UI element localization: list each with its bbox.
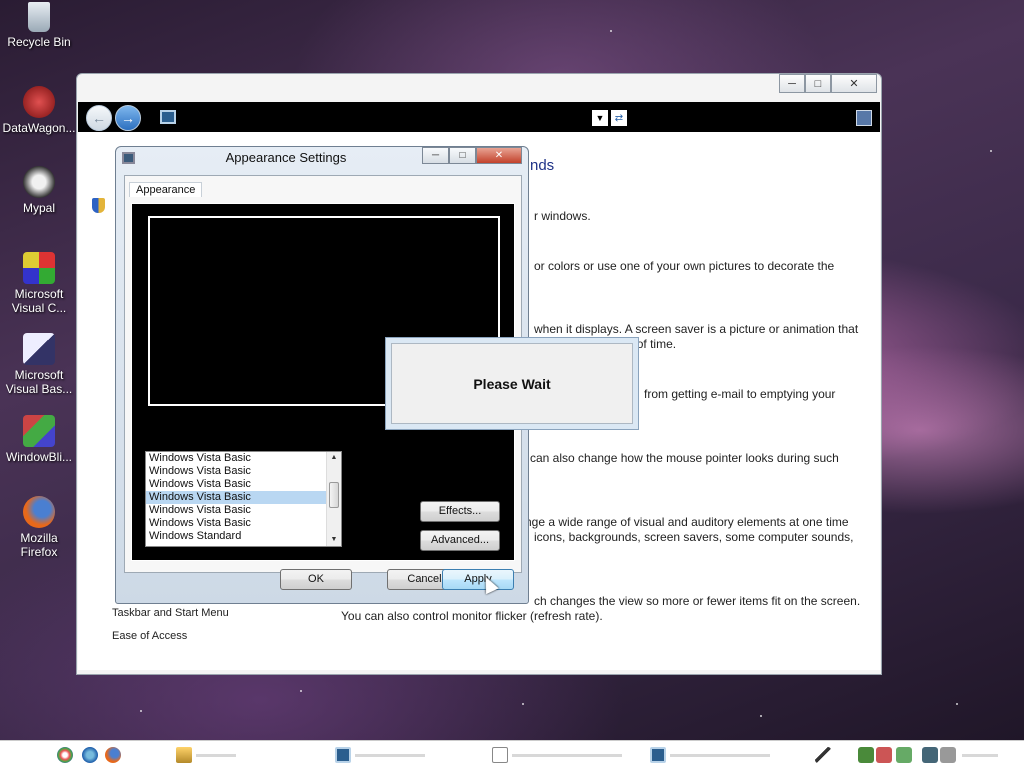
desktop-icon-recycle-bin[interactable]: Recycle Bin (1, 2, 77, 49)
star (956, 703, 958, 705)
close-button[interactable]: ✕ (831, 74, 877, 93)
list-item[interactable]: Windows Vista Basic (146, 517, 326, 530)
description-text: ch changes the view so more or fewer ite… (534, 594, 861, 608)
desktop-icon-firefox[interactable]: Mozilla Firefox (1, 496, 77, 559)
list-item[interactable]: Windows Vista Basic (146, 504, 326, 517)
description-text: nge a wide range of visual and auditory … (525, 515, 849, 529)
list-scrollbar[interactable]: ▲ ▼ (326, 452, 341, 546)
desktop-icon-visual-c[interactable]: Microsoft Visual C... (1, 252, 77, 315)
pen-icon[interactable] (815, 747, 831, 763)
monitor-icon (335, 747, 351, 763)
description-text: when it displays. A screen saver is a pi… (534, 322, 859, 336)
star (522, 703, 524, 705)
display-icon[interactable] (922, 747, 938, 763)
start-orb-icon[interactable] (57, 747, 73, 763)
description-text: can also change how the mouse pointer lo… (530, 451, 839, 465)
security-icon[interactable] (876, 747, 892, 763)
minimize-button[interactable]: ─ (422, 147, 449, 164)
effects-button[interactable]: Effects... (420, 501, 500, 522)
desktop-icon-label: Microsoft Visual Bas... (5, 368, 73, 396)
navigation-bar: ← → ▼ ⇄ (78, 102, 880, 132)
control-panel-titlebar: ─ □ ✕ (77, 74, 881, 102)
dialog-caption-buttons: ─ □ ✕ (422, 147, 522, 164)
desktop-icon-label: DataWagon... (2, 121, 76, 135)
list-item[interactable]: Windows Vista Basic (146, 478, 326, 491)
monitor-icon (650, 747, 666, 763)
desktop-icon-label: Microsoft Visual C... (11, 287, 67, 315)
color-scheme-list[interactable]: Windows Vista Basic Windows Vista Basic … (145, 451, 342, 547)
window-icon (492, 747, 508, 763)
minimize-button[interactable]: ─ (779, 74, 805, 93)
dialog-title: Appearance Settings (225, 150, 347, 165)
network-icon[interactable] (858, 747, 874, 763)
recycle-bin-icon (28, 2, 50, 32)
sidebar-link-ease-of-access[interactable]: Ease of Access (112, 630, 187, 642)
desktop-icon-label: Mypal (22, 201, 55, 215)
description-text: You can also control monitor flicker (re… (341, 609, 603, 623)
list-item[interactable]: Windows Standard (146, 530, 326, 543)
taskbar-button[interactable] (492, 747, 622, 763)
firefox-icon (23, 496, 55, 528)
taskbar-button[interactable] (650, 747, 770, 763)
close-button[interactable]: ✕ (476, 147, 522, 164)
chevron-down-icon[interactable]: ▼ (592, 110, 608, 126)
monitor-icon (160, 110, 176, 124)
caption-buttons: ─ □ ✕ (779, 74, 877, 93)
forward-arrow-icon: → (121, 110, 135, 126)
visual-c-icon (23, 252, 55, 284)
volume-icon[interactable] (940, 747, 956, 763)
section-heading: nds (530, 157, 555, 174)
apply-button[interactable]: Apply (442, 569, 514, 590)
list-item-selected[interactable]: Windows Vista Basic (146, 491, 326, 504)
advanced-button[interactable]: Advanced... (420, 530, 500, 551)
please-wait-body: Please Wait (391, 343, 633, 424)
desktop-icon-visual-basic[interactable]: Microsoft Visual Bas... (1, 333, 77, 396)
internet-explorer-icon[interactable] (82, 747, 98, 763)
star (990, 150, 992, 152)
clock[interactable] (962, 754, 998, 757)
scrollbar-thumb[interactable] (329, 482, 339, 508)
star (610, 30, 612, 32)
firefox-icon[interactable] (105, 747, 121, 763)
maximize-button[interactable]: □ (805, 74, 831, 93)
desktop-icon-label: Mozilla Firefox (20, 531, 58, 559)
star (300, 690, 302, 692)
folder-icon (176, 747, 192, 763)
maximize-button[interactable]: □ (449, 147, 476, 164)
taskbar (0, 740, 1024, 768)
back-arrow-icon: ← (92, 110, 106, 126)
scroll-up-icon[interactable]: ▲ (327, 452, 341, 464)
description-text: r windows. (534, 209, 591, 223)
sidebar-link-taskbar[interactable]: Taskbar and Start Menu (112, 607, 229, 619)
list-item[interactable]: Windows Vista Basic (146, 452, 326, 465)
desktop-icon-windowblinds[interactable]: WindowBli... (1, 415, 77, 464)
scroll-down-icon[interactable]: ▼ (327, 534, 341, 546)
windowblinds-icon (23, 415, 55, 447)
datawagon-icon (23, 86, 55, 118)
battery-icon[interactable] (896, 747, 912, 763)
description-text: from getting e-mail to emptying your (644, 387, 836, 401)
please-wait-message: Please Wait (473, 375, 551, 392)
forward-button[interactable]: → (115, 105, 141, 131)
taskbar-button[interactable] (176, 747, 236, 763)
tab-appearance[interactable]: Appearance (129, 182, 203, 197)
please-wait-dialog: Please Wait (385, 337, 639, 430)
desktop-icon-label: WindowBli... (5, 450, 73, 464)
mypal-icon (23, 166, 55, 198)
visual-basic-icon (23, 333, 55, 365)
description-text: icons, backgrounds, screen savers, some … (534, 530, 854, 544)
search-box[interactable] (856, 110, 872, 126)
shield-icon (92, 198, 105, 213)
back-button[interactable]: ← (86, 105, 112, 131)
star (760, 715, 762, 717)
desktop-icon-datawagon[interactable]: DataWagon... (1, 86, 77, 135)
desktop-icon-mypal[interactable]: Mypal (1, 166, 77, 215)
refresh-icon[interactable]: ⇄ (611, 110, 627, 126)
ok-button[interactable]: OK (280, 569, 352, 590)
list-item[interactable]: Windows Vista Basic (146, 465, 326, 478)
star (140, 710, 142, 712)
description-text: or colors or use one of your own picture… (534, 259, 835, 273)
taskbar-button[interactable] (335, 747, 425, 763)
desktop-icon-label: Recycle Bin (7, 35, 71, 49)
